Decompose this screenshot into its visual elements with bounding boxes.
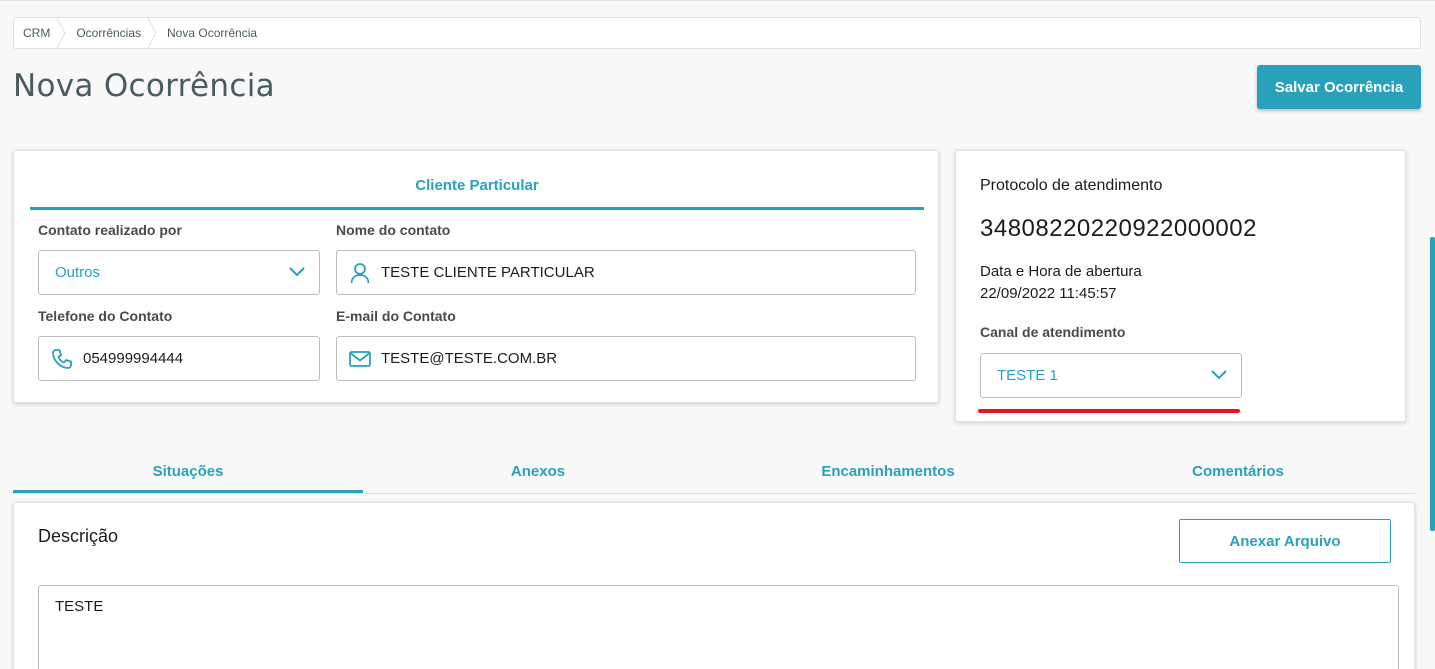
protocol-label: Protocolo de atendimento [980,177,1163,194]
email-label: E-mail do Contato [336,308,456,324]
user-icon [347,262,373,284]
occurrence-tabs: Situações Anexos Encaminhamentos Comentá… [13,452,1415,494]
mail-icon [347,350,373,367]
chevron-down-icon [289,264,305,281]
page-title: Nova Ocorrência [13,68,275,104]
datetime-label: Data e Hora de abertura [980,263,1142,280]
nome-label: Nome do contato [336,222,451,238]
chevron-down-icon [1211,367,1227,384]
breadcrumb-item-crm[interactable]: CRM [14,18,66,48]
email-value: TESTE@TESTE.COM.BR [381,350,558,367]
breadcrumb-item-nova-ocorrencia: Nova Ocorrência [153,18,269,48]
canal-select-value: TESTE 1 [997,367,1058,384]
attach-file-button[interactable]: Anexar Arquivo [1179,519,1391,563]
tab-encaminhamentos[interactable]: Encaminhamentos [713,452,1063,493]
highlight-underline [978,409,1240,413]
breadcrumb-label: Nova Ocorrência [167,26,258,40]
breadcrumb: CRM Ocorrências Nova Ocorrência [13,17,1421,49]
phone-icon [49,348,75,370]
contato-label: Contato realizado por [38,222,182,238]
nome-value: TESTE CLIENTE PARTICULAR [381,264,595,281]
telefone-label: Telefone do Contato [38,308,173,324]
canal-label: Canal de atendimento [980,324,1126,340]
top-divider [0,0,1435,1]
tab-cliente-particular[interactable]: Cliente Particular [30,177,924,210]
telefone-field[interactable]: 054999994444 [38,336,320,381]
contato-select-value: Outros [55,264,101,281]
canal-select[interactable]: TESTE 1 [980,353,1242,398]
tab-anexos[interactable]: Anexos [363,452,713,493]
tab-comentarios[interactable]: Comentários [1063,452,1413,493]
breadcrumb-label[interactable]: CRM [23,26,50,40]
telefone-value: 054999994444 [83,350,184,367]
description-textarea[interactable]: TESTE [38,585,1399,669]
description-card: Descrição Anexar Arquivo TESTE [13,502,1415,669]
nome-field[interactable]: TESTE CLIENTE PARTICULAR [336,250,916,295]
email-field[interactable]: TESTE@TESTE.COM.BR [336,336,916,381]
breadcrumb-label[interactable]: Ocorrências [76,26,141,40]
client-card: Cliente Particular Contato realizado por… [13,150,939,403]
breadcrumb-item-ocorrencias[interactable]: Ocorrências [62,18,157,48]
datetime-value: 22/09/2022 11:45:57 [980,285,1117,302]
protocol-number: 34808220220922000002 [980,215,1257,242]
tab-situacoes[interactable]: Situações [13,452,363,493]
contato-select[interactable]: Outros [38,250,320,295]
description-label: Descrição [38,526,119,546]
save-occurrence-button[interactable]: Salvar Ocorrência [1257,65,1421,109]
protocol-card: Protocolo de atendimento 348082202209220… [955,150,1406,422]
scrollbar-thumb[interactable] [1430,237,1435,531]
